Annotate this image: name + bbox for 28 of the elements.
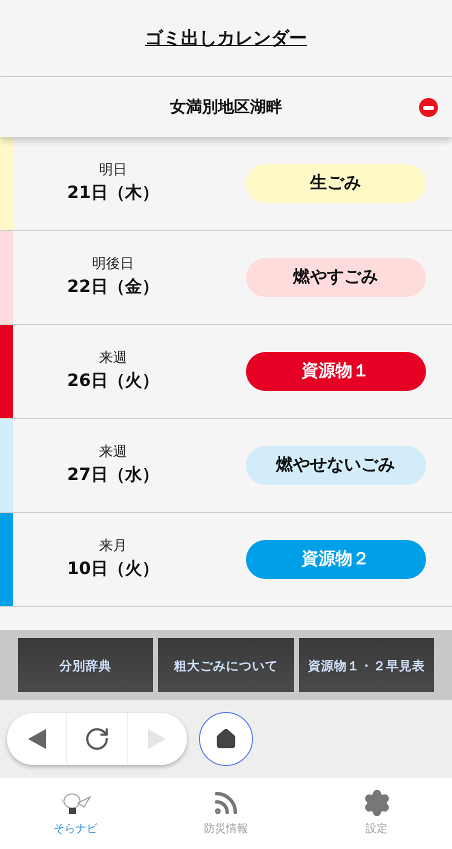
relative-day: 来週 [99, 348, 127, 370]
garbage-type-label: 生ごみ [246, 164, 426, 203]
link-button[interactable]: 資源物１・２早見表 [298, 638, 434, 692]
forward-arrow-icon [147, 728, 168, 750]
garbage-type-label: 燃やすごみ [246, 258, 426, 297]
collection-date: 27日（水） [67, 464, 159, 488]
home-button[interactable] [199, 712, 253, 766]
back-arrow-icon [26, 728, 47, 750]
page-title: ゴミ出しカレンダー [145, 26, 307, 50]
relative-day: 明日 [99, 160, 127, 182]
collection-date: 10日（火） [67, 558, 159, 582]
relative-day: 来週 [99, 442, 127, 464]
relative-day: 来月 [99, 536, 127, 558]
collection-date: 22日（金） [67, 276, 159, 300]
area-name: 女満別地区湖畔 [170, 96, 282, 118]
relative-day: 明後日 [92, 254, 134, 276]
remove-icon[interactable] [419, 98, 438, 117]
home-icon [215, 728, 237, 750]
link-button[interactable]: 分別辞典 [18, 638, 154, 692]
collection-date: 21日（木） [67, 182, 159, 206]
collection-date: 26日（火） [67, 370, 159, 394]
garbage-type-label: 資源物１ [246, 352, 426, 391]
reload-icon [84, 726, 110, 752]
garbage-type-label: 燃やせないごみ [246, 446, 426, 485]
link-button[interactable]: 粗大ごみについて [158, 638, 294, 692]
garbage-type-label: 資源物２ [246, 540, 426, 579]
settings-icon [362, 789, 391, 818]
tab[interactable]: そらナビ [0, 778, 151, 849]
